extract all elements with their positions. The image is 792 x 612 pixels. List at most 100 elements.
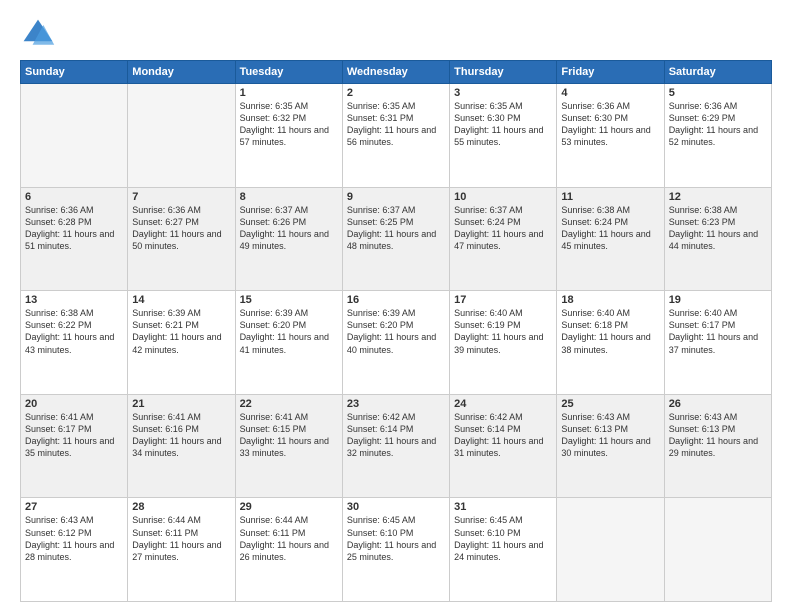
day-number: 23	[347, 398, 445, 410]
calendar-cell: 31 Sunrise: 6:45 AMSunset: 6:10 PMDayligh…	[450, 498, 557, 602]
day-number: 26	[669, 398, 767, 410]
day-number: 15	[240, 294, 338, 306]
calendar-cell: 2 Sunrise: 6:35 AMSunset: 6:31 PMDaylight…	[342, 84, 449, 188]
day-number: 18	[561, 294, 659, 306]
calendar-cell: 19 Sunrise: 6:40 AMSunset: 6:17 PMDayligh…	[664, 291, 771, 395]
calendar-cell: 25 Sunrise: 6:43 AMSunset: 6:13 PMDayligh…	[557, 394, 664, 498]
calendar-cell: 12 Sunrise: 6:38 AMSunset: 6:23 PMDayligh…	[664, 187, 771, 291]
calendar-table: SundayMondayTuesdayWednesdayThursdayFrid…	[20, 60, 772, 602]
cell-info: Sunrise: 6:44 AMSunset: 6:11 PMDaylight:…	[240, 515, 329, 561]
day-number: 20	[25, 398, 123, 410]
cell-info: Sunrise: 6:36 AMSunset: 6:30 PMDaylight:…	[561, 101, 650, 147]
calendar-cell: 23Sunrise: 6:42 AMSunset: 6:14 PMDayligh…	[342, 394, 449, 498]
calendar-header-monday: Monday	[128, 61, 235, 84]
calendar-cell: 30 Sunrise: 6:45 AMSunset: 6:10 PMDayligh…	[342, 498, 449, 602]
calendar-cell: 16Sunrise: 6:39 AMSunset: 6:20 PMDayligh…	[342, 291, 449, 395]
cell-info: Sunrise: 6:42 AMSunset: 6:14 PMDaylight:…	[454, 412, 543, 458]
day-number: 19	[669, 294, 767, 306]
cell-info: Sunrise: 6:45 AMSunset: 6:10 PMDaylight:…	[454, 515, 543, 561]
calendar-cell: 26 Sunrise: 6:43 AMSunset: 6:13 PMDayligh…	[664, 394, 771, 498]
cell-info: Sunrise: 6:35 AMSunset: 6:31 PMDaylight:…	[347, 101, 436, 147]
calendar-cell: 3 Sunrise: 6:35 AMSunset: 6:30 PMDaylight…	[450, 84, 557, 188]
day-number: 27	[25, 501, 123, 513]
cell-info: Sunrise: 6:35 AMSunset: 6:30 PMDaylight:…	[454, 101, 543, 147]
calendar-header-sunday: Sunday	[21, 61, 128, 84]
day-number: 21	[132, 398, 230, 410]
day-number: 12	[669, 191, 767, 203]
day-number: 2	[347, 87, 445, 99]
day-number: 9	[347, 191, 445, 203]
cell-info: Sunrise: 6:39 AMSunset: 6:21 PMDaylight:…	[132, 308, 221, 354]
day-number: 6	[25, 191, 123, 203]
calendar-cell: 6 Sunrise: 6:36 AMSunset: 6:28 PMDaylight…	[21, 187, 128, 291]
cell-info: Sunrise: 6:39 AMSunset: 6:20 PMDaylight:…	[347, 308, 436, 354]
calendar-week-row: 20 Sunrise: 6:41 AMSunset: 6:17 PMDayligh…	[21, 394, 772, 498]
page: SundayMondayTuesdayWednesdayThursdayFrid…	[0, 0, 792, 612]
cell-info: Sunrise: 6:43 AMSunset: 6:13 PMDaylight:…	[669, 412, 758, 458]
calendar-cell: 18 Sunrise: 6:40 AMSunset: 6:18 PMDayligh…	[557, 291, 664, 395]
day-number: 13	[25, 294, 123, 306]
day-number: 28	[132, 501, 230, 513]
day-number: 24	[454, 398, 552, 410]
calendar-cell: 1Sunrise: 6:35 AMSunset: 6:32 PMDaylight…	[235, 84, 342, 188]
calendar-cell: 8 Sunrise: 6:37 AMSunset: 6:26 PMDaylight…	[235, 187, 342, 291]
calendar-week-row: 1Sunrise: 6:35 AMSunset: 6:32 PMDaylight…	[21, 84, 772, 188]
calendar-cell: 15 Sunrise: 6:39 AMSunset: 6:20 PMDayligh…	[235, 291, 342, 395]
cell-info: Sunrise: 6:40 AMSunset: 6:17 PMDaylight:…	[669, 308, 758, 354]
calendar-week-row: 6 Sunrise: 6:36 AMSunset: 6:28 PMDaylight…	[21, 187, 772, 291]
calendar-cell: 29Sunrise: 6:44 AMSunset: 6:11 PMDayligh…	[235, 498, 342, 602]
cell-info: Sunrise: 6:43 AMSunset: 6:12 PMDaylight:…	[25, 515, 114, 561]
calendar-week-row: 27 Sunrise: 6:43 AMSunset: 6:12 PMDayligh…	[21, 498, 772, 602]
cell-info: Sunrise: 6:43 AMSunset: 6:13 PMDaylight:…	[561, 412, 650, 458]
calendar-cell: 7 Sunrise: 6:36 AMSunset: 6:27 PMDaylight…	[128, 187, 235, 291]
cell-info: Sunrise: 6:36 AMSunset: 6:29 PMDaylight:…	[669, 101, 758, 147]
cell-info: Sunrise: 6:45 AMSunset: 6:10 PMDaylight:…	[347, 515, 436, 561]
calendar-cell: 9 Sunrise: 6:37 AMSunset: 6:25 PMDaylight…	[342, 187, 449, 291]
cell-info: Sunrise: 6:37 AMSunset: 6:24 PMDaylight:…	[454, 205, 543, 251]
day-number: 30	[347, 501, 445, 513]
day-number: 25	[561, 398, 659, 410]
cell-info: Sunrise: 6:39 AMSunset: 6:20 PMDaylight:…	[240, 308, 329, 354]
cell-info: Sunrise: 6:38 AMSunset: 6:24 PMDaylight:…	[561, 205, 650, 251]
calendar-cell: 28 Sunrise: 6:44 AMSunset: 6:11 PMDayligh…	[128, 498, 235, 602]
day-number: 3	[454, 87, 552, 99]
day-number: 8	[240, 191, 338, 203]
cell-info: Sunrise: 6:40 AMSunset: 6:18 PMDaylight:…	[561, 308, 650, 354]
cell-info: Sunrise: 6:40 AMSunset: 6:19 PMDaylight:…	[454, 308, 543, 354]
calendar-header-thursday: Thursday	[450, 61, 557, 84]
day-number: 17	[454, 294, 552, 306]
cell-info: Sunrise: 6:41 AMSunset: 6:17 PMDaylight:…	[25, 412, 114, 458]
calendar-cell: 14Sunrise: 6:39 AMSunset: 6:21 PMDayligh…	[128, 291, 235, 395]
cell-info: Sunrise: 6:37 AMSunset: 6:25 PMDaylight:…	[347, 205, 436, 251]
calendar-cell: 4 Sunrise: 6:36 AMSunset: 6:30 PMDaylight…	[557, 84, 664, 188]
calendar-header-friday: Friday	[557, 61, 664, 84]
day-number: 10	[454, 191, 552, 203]
calendar-cell: 22Sunrise: 6:41 AMSunset: 6:15 PMDayligh…	[235, 394, 342, 498]
calendar-cell	[557, 498, 664, 602]
day-number: 31	[454, 501, 552, 513]
calendar-cell: 21 Sunrise: 6:41 AMSunset: 6:16 PMDayligh…	[128, 394, 235, 498]
cell-info: Sunrise: 6:44 AMSunset: 6:11 PMDaylight:…	[132, 515, 221, 561]
cell-info: Sunrise: 6:41 AMSunset: 6:16 PMDaylight:…	[132, 412, 221, 458]
day-number: 4	[561, 87, 659, 99]
cell-info: Sunrise: 6:38 AMSunset: 6:22 PMDaylight:…	[25, 308, 114, 354]
logo	[20, 16, 60, 52]
calendar-cell	[128, 84, 235, 188]
day-number: 11	[561, 191, 659, 203]
calendar-cell: 17 Sunrise: 6:40 AMSunset: 6:19 PMDayligh…	[450, 291, 557, 395]
calendar-cell: 13 Sunrise: 6:38 AMSunset: 6:22 PMDayligh…	[21, 291, 128, 395]
day-number: 5	[669, 87, 767, 99]
cell-info: Sunrise: 6:38 AMSunset: 6:23 PMDaylight:…	[669, 205, 758, 251]
calendar-cell: 27 Sunrise: 6:43 AMSunset: 6:12 PMDayligh…	[21, 498, 128, 602]
calendar-week-row: 13 Sunrise: 6:38 AMSunset: 6:22 PMDayligh…	[21, 291, 772, 395]
cell-info: Sunrise: 6:35 AMSunset: 6:32 PMDaylight:…	[240, 101, 329, 147]
day-number: 7	[132, 191, 230, 203]
calendar-cell: 20 Sunrise: 6:41 AMSunset: 6:17 PMDayligh…	[21, 394, 128, 498]
calendar-cell: 24 Sunrise: 6:42 AMSunset: 6:14 PMDayligh…	[450, 394, 557, 498]
cell-info: Sunrise: 6:36 AMSunset: 6:28 PMDaylight:…	[25, 205, 114, 251]
logo-icon	[20, 16, 56, 52]
cell-info: Sunrise: 6:37 AMSunset: 6:26 PMDaylight:…	[240, 205, 329, 251]
cell-info: Sunrise: 6:36 AMSunset: 6:27 PMDaylight:…	[132, 205, 221, 251]
calendar-cell: 11 Sunrise: 6:38 AMSunset: 6:24 PMDayligh…	[557, 187, 664, 291]
calendar-cell	[21, 84, 128, 188]
